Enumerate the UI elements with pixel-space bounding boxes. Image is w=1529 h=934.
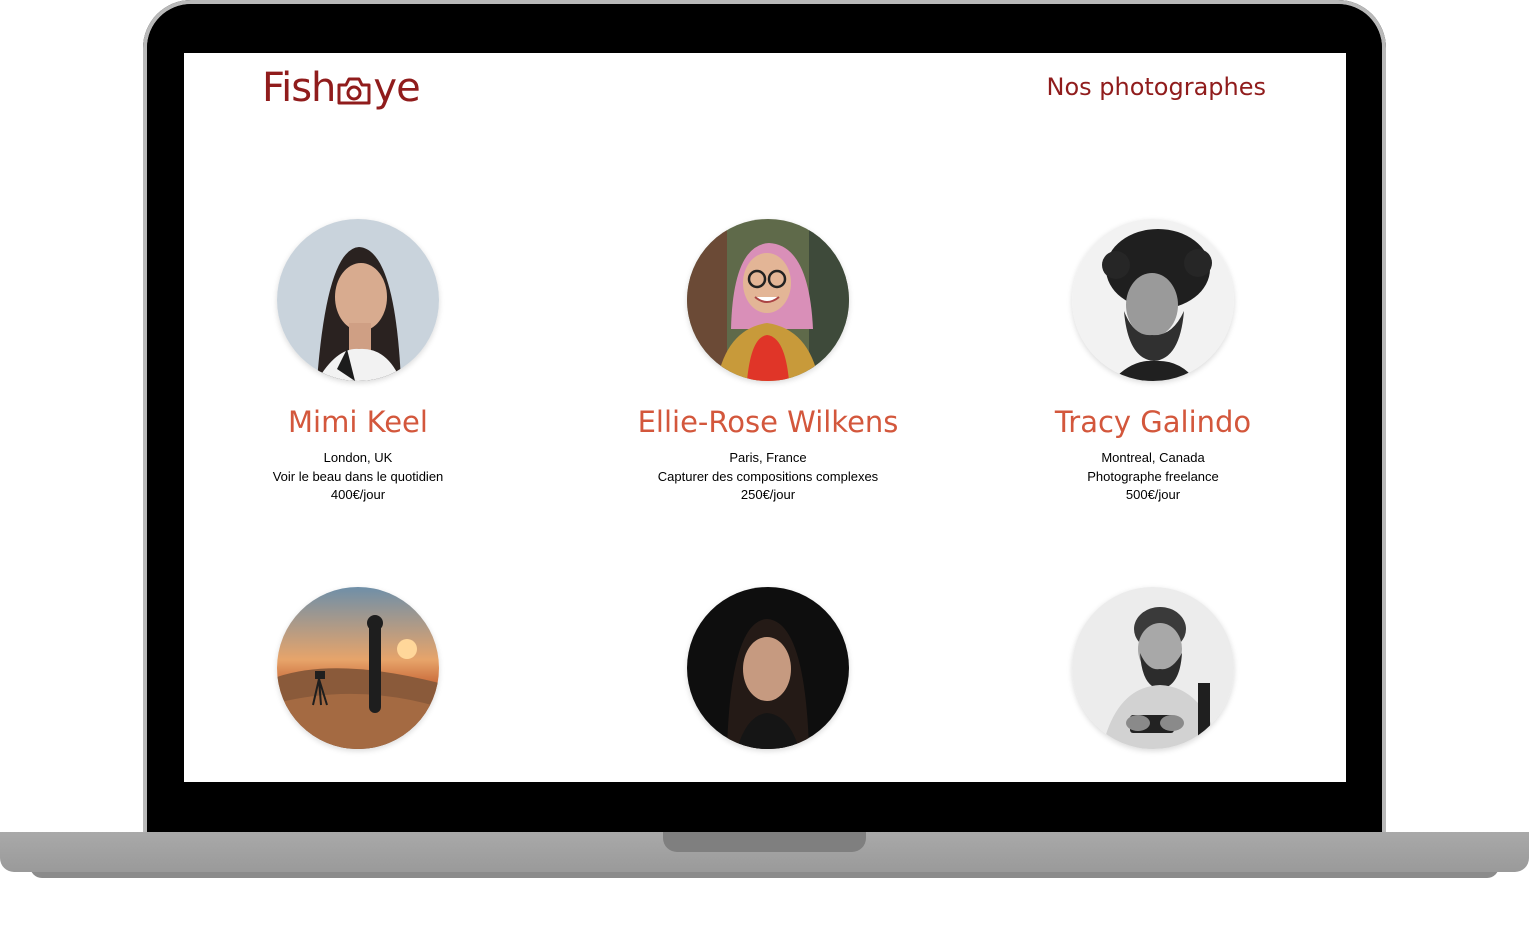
laptop-notch — [663, 832, 866, 852]
photographer-location: London, UK — [323, 450, 393, 465]
fisheye-logo[interactable]: Fish ye — [262, 63, 421, 113]
logo-text-left: Fish — [262, 65, 336, 111]
photographer-tagline: Photographe freelance — [1087, 468, 1219, 484]
page-title: Nos photographes — [1046, 73, 1266, 101]
portrait-image — [687, 586, 849, 749]
portrait-image — [277, 586, 439, 749]
browser-screen: Fish ye Nos photographes Mimi Keel Londo… — [184, 53, 1346, 782]
photographer-location: Montreal, Canada — [1101, 450, 1205, 465]
photographer-grid: Mimi Keel London, UK Voir le beau dans l… — [184, 219, 1346, 782]
logo-text-right: ye — [373, 65, 420, 111]
photographer-location: Paris, France — [729, 450, 807, 465]
portrait-image — [1072, 219, 1234, 381]
photographer-price: 500€/jour — [1125, 487, 1181, 502]
portrait-image — [687, 219, 849, 381]
photographer-name: Tracy Galindo — [1054, 405, 1252, 439]
photographer-tagline: Capturer des compositions complexes — [657, 468, 879, 484]
photographer-tagline: Voir le beau dans le quotidien — [272, 468, 444, 484]
photographer-card[interactable]: Mimi Keel London, UK Voir le beau dans l… — [184, 219, 590, 505]
camera-icon — [336, 71, 372, 105]
photographer-card[interactable]: Tracy Galindo Montreal, Canada Photograp… — [960, 219, 1346, 505]
photographer-name: Mimi Keel — [288, 405, 428, 439]
photographer-card[interactable] — [960, 586, 1346, 783]
portrait-image — [1072, 586, 1234, 749]
photographer-card[interactable]: Ellie-Rose Wilkens Paris, France Capture… — [540, 219, 996, 505]
portrait-image — [277, 219, 439, 381]
photographer-card[interactable] — [540, 586, 996, 783]
photographer-name: Ellie-Rose Wilkens — [637, 405, 899, 439]
photographer-card[interactable] — [184, 586, 590, 783]
photographer-price: 250€/jour — [740, 487, 796, 502]
photographer-price: 400€/jour — [330, 487, 386, 502]
